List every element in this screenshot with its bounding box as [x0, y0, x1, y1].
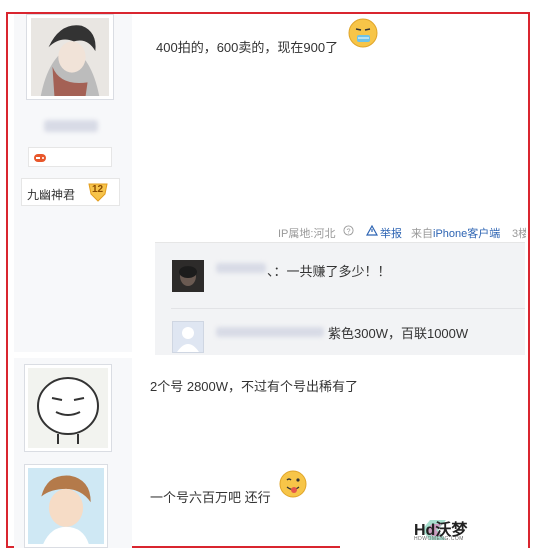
anime-character-avatar-icon	[31, 18, 109, 96]
post-1-level-badge[interactable]: 九幽神君 12	[21, 178, 120, 206]
post-1-username-label: 九幽神君	[27, 188, 76, 202]
watermark-sub-text: HDWOMENG.COM	[414, 536, 464, 542]
post-2-content: 2个号 2800W，不过有个号出稀有了	[150, 379, 359, 394]
reply-2-text: 紫色300W，百联1000W	[328, 326, 469, 341]
question-circle-icon[interactable]: ?	[343, 225, 354, 236]
reply-1-avatar[interactable]	[172, 260, 204, 292]
svg-text:?: ?	[346, 226, 350, 235]
post-2-avatar[interactable]	[24, 364, 112, 452]
warning-icon	[366, 225, 378, 236]
dark-photo-avatar-icon	[172, 260, 204, 292]
post-1-source-prefix: 来自	[411, 228, 433, 240]
post-1-floor: 3楼	[512, 228, 526, 240]
gamepad-icon	[34, 154, 46, 162]
post-1-game-badge[interactable]	[28, 147, 112, 167]
meme-face-avatar-icon	[28, 368, 108, 448]
tongue-face-emoji-icon	[279, 470, 307, 498]
post-1-content: 400拍的，600卖的，现在900了	[156, 40, 339, 55]
reply-1-username-blurred[interactable]	[216, 263, 266, 273]
post-1-reply-box: 、：一共赚了多少！！ 紫色300W，百联1000W	[155, 242, 525, 355]
reply-2-avatar[interactable]	[172, 321, 204, 353]
reply-2-username-blurred[interactable]	[216, 327, 324, 337]
post-1-username-blurred[interactable]	[44, 120, 98, 132]
post-3-content: 一个号六百万吧 还行	[150, 490, 271, 505]
anime-boy-avatar-icon	[28, 468, 104, 544]
post-1-ip-location: IP属地:河北	[278, 228, 336, 240]
reply-divider	[171, 308, 525, 309]
report-link[interactable]: 举报	[380, 225, 402, 241]
sick-face-emoji-icon	[348, 18, 378, 48]
post-1-avatar[interactable]	[26, 14, 114, 100]
default-user-avatar-icon	[177, 327, 199, 352]
post-1-level-number: 12	[92, 184, 104, 195]
post-3-avatar[interactable]	[24, 464, 108, 548]
post-1-source-link[interactable]: iPhone客户端	[433, 225, 500, 241]
reply-1-text: 、：一共赚了多少！！	[267, 264, 391, 279]
